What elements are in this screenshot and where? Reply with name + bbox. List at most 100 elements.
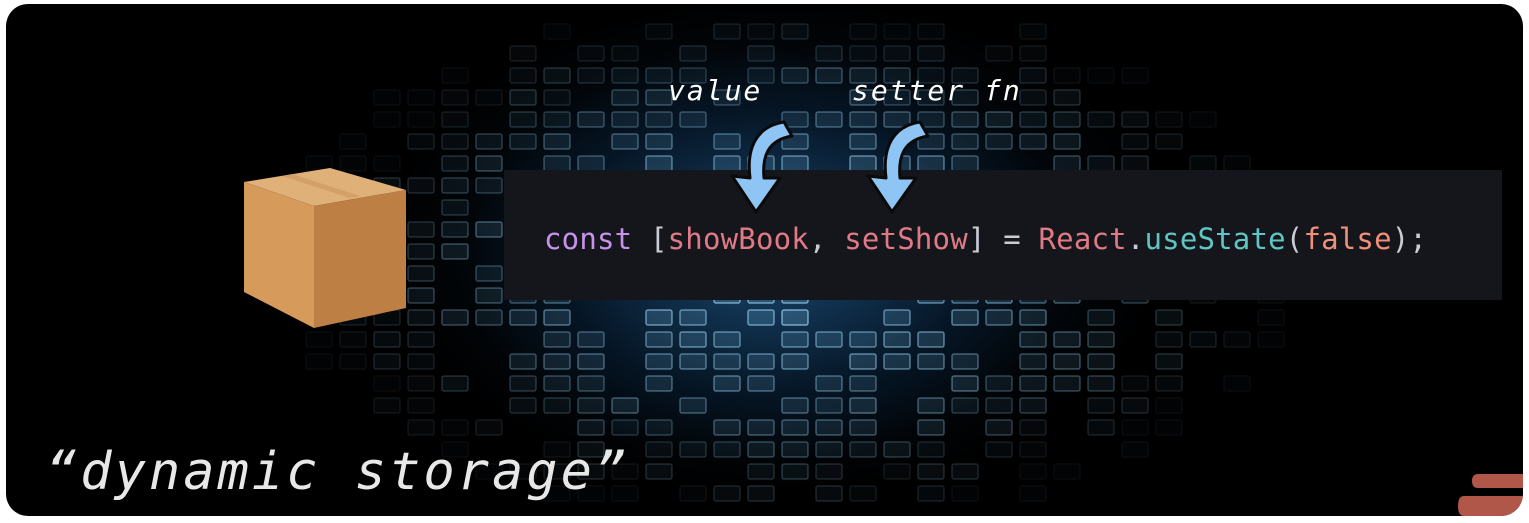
grid-cell [713, 331, 741, 348]
grid-cell [1121, 419, 1149, 436]
grid-cell [781, 353, 809, 370]
grid-cell [509, 353, 537, 370]
grid-cell [475, 177, 503, 194]
grid-cell [373, 111, 401, 128]
grid-cell [1053, 331, 1081, 348]
grid-cell [747, 23, 775, 40]
grid-cell [611, 111, 639, 128]
grid-cell [475, 89, 503, 106]
grid-cell [407, 111, 435, 128]
code-open-bracket: [ [632, 222, 668, 256]
grid-cell [679, 111, 707, 128]
grid-cell [1053, 155, 1081, 172]
grid-cell [509, 397, 537, 414]
grid-cell [1189, 111, 1217, 128]
grid-cell [1087, 353, 1115, 370]
grid-cell [339, 133, 367, 150]
grid-cell [985, 45, 1013, 62]
grid-cell [577, 397, 605, 414]
grid-cell [951, 155, 979, 172]
code-setter-var: setShow [844, 222, 968, 256]
grid-cell [1053, 67, 1081, 84]
grid-cell [747, 485, 775, 502]
grid-cell [611, 89, 639, 106]
grid-cell [1155, 133, 1183, 150]
grid-cell [611, 133, 639, 150]
grid-cell [543, 397, 571, 414]
grid-cell [815, 463, 843, 480]
grid-cell [645, 353, 673, 370]
grid-cell [1121, 133, 1149, 150]
grid-cell [883, 463, 911, 480]
grid-cell [679, 45, 707, 62]
grid-cell [815, 485, 843, 502]
grid-cell [577, 375, 605, 392]
grid-cell [1087, 375, 1115, 392]
grid-cell [1223, 155, 1251, 172]
grid-cell [645, 441, 673, 458]
code-initial-value: false [1303, 222, 1392, 256]
grid-cell [1257, 309, 1285, 326]
grid-cell [781, 463, 809, 480]
grid-cell [475, 309, 503, 326]
grid-cell [951, 375, 979, 392]
grid-cell [475, 265, 503, 282]
grid-cell [1121, 441, 1149, 458]
grid-cell [339, 353, 367, 370]
grid-cell [781, 419, 809, 436]
code-state-var: showBook [667, 222, 809, 256]
grid-cell [645, 111, 673, 128]
grid-cell [713, 23, 741, 40]
grid-cell [509, 89, 537, 106]
grid-cell [441, 133, 469, 150]
grid-cell [339, 331, 367, 348]
caption-text: “dynamic storage” [46, 442, 630, 502]
grid-cell [883, 309, 911, 326]
grid-cell [645, 375, 673, 392]
grid-cell [509, 67, 537, 84]
grid-cell [917, 45, 945, 62]
grid-cell [1087, 67, 1115, 84]
grid-cell [815, 419, 843, 436]
grid-cell [407, 375, 435, 392]
curved-arrow-down-icon [866, 120, 930, 214]
grid-cell [781, 23, 809, 40]
grid-cell [577, 111, 605, 128]
grid-cell [883, 23, 911, 40]
grid-cell [1019, 375, 1047, 392]
code-method: useState [1144, 222, 1286, 256]
grid-cell [1257, 331, 1285, 348]
grid-cell [679, 397, 707, 414]
grid-cell [883, 353, 911, 370]
grid-cell [883, 45, 911, 62]
grid-cell [645, 133, 673, 150]
grid-cell [849, 23, 877, 40]
setter-annotation: setter fn [852, 74, 1022, 107]
grid-cell [543, 67, 571, 84]
grid-cell [815, 67, 843, 84]
grid-cell [1121, 111, 1149, 128]
grid-cell [611, 419, 639, 436]
grid-cell [917, 485, 945, 502]
grid-cell [951, 397, 979, 414]
grid-cell [1121, 155, 1149, 172]
code-comma: , [808, 222, 845, 256]
corner-logo-icon [1458, 474, 1523, 516]
grid-cell [645, 331, 673, 348]
grid-cell [1019, 23, 1047, 40]
grid-cell [849, 419, 877, 436]
grid-cell [645, 419, 673, 436]
grid-cell [1053, 463, 1081, 480]
grid-cell [509, 45, 537, 62]
grid-cell [985, 375, 1013, 392]
grid-cell [1053, 111, 1081, 128]
grid-cell [645, 463, 673, 480]
grid-cell [475, 287, 503, 304]
grid-cell [951, 309, 979, 326]
grid-cell [543, 353, 571, 370]
grid-cell [611, 67, 639, 84]
grid-cell [1087, 331, 1115, 348]
grid-cell [475, 221, 503, 238]
grid-cell [713, 441, 741, 458]
grid-cell [713, 419, 741, 436]
